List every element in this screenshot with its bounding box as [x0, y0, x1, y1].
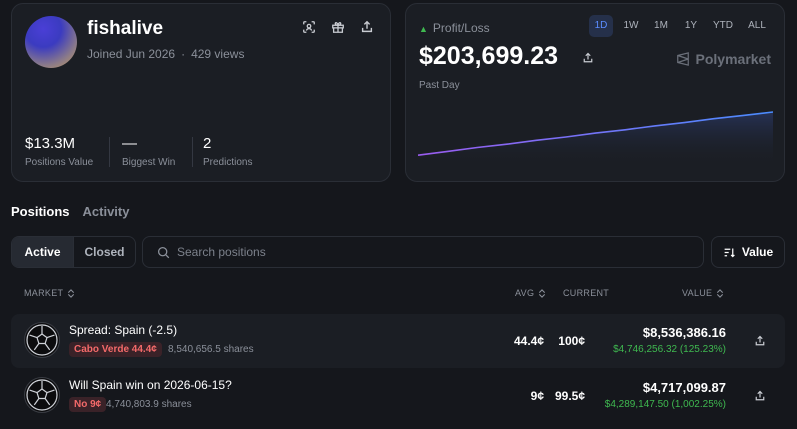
header-current: CURRENT: [563, 288, 609, 298]
position-gain: $4,289,147.50 (1,002.25%): [604, 399, 726, 410]
header-label: AVG: [515, 288, 535, 298]
range-tab-1y[interactable]: 1Y: [679, 15, 703, 37]
stat-value: 2: [203, 135, 212, 152]
sort-icon: [724, 247, 735, 257]
search-box: [142, 236, 704, 268]
search-icon: [157, 246, 170, 258]
header-value[interactable]: VALUE: [682, 288, 724, 298]
range-tabs: 1D 1W 1M 1Y YTD ALL: [589, 15, 771, 37]
joined-date: Joined Jun 2026: [87, 47, 176, 61]
view-count: 429 views: [191, 47, 245, 61]
sort-label: Value: [741, 245, 774, 259]
pnl-value: $203,699.23: [419, 42, 559, 70]
stat-value: —: [122, 135, 137, 152]
avg-price: 44.4¢: [513, 334, 544, 348]
stat-positions-value: $13.3M Positions Value: [25, 135, 93, 168]
avg-price: 9¢: [530, 389, 544, 403]
polymarket-icon: [676, 52, 689, 66]
share-icon[interactable]: [754, 389, 766, 407]
outcome-badge: Cabo Verde 44.4¢: [69, 342, 162, 357]
sort-chevron-icon: [68, 288, 75, 298]
profile-meta: Joined Jun 2026 · 429 views: [87, 47, 244, 61]
search-input[interactable]: [177, 245, 677, 259]
brand-name: Polymarket: [695, 51, 771, 67]
pnl-label: ▲ Profit/Loss: [419, 21, 490, 35]
username: fishalive: [87, 18, 164, 39]
header-label: VALUE: [682, 288, 713, 298]
range-tab-1d[interactable]: 1D: [589, 15, 613, 37]
pnl-area: [418, 112, 773, 167]
range-tab-1m[interactable]: 1M: [649, 15, 673, 37]
scan-icon[interactable]: [302, 20, 320, 38]
position-value: $4,717,099.87: [642, 380, 726, 395]
brand-logo: Polymarket: [676, 51, 771, 67]
stat-label: Biggest Win: [122, 157, 176, 168]
divider: [192, 137, 193, 167]
separator-dot: ·: [181, 47, 186, 61]
market-title[interactable]: Spread: Spain (-2.5): [69, 323, 177, 337]
market-title[interactable]: Will Spain win on 2026-06-15?: [69, 378, 232, 392]
table-row[interactable]: Will Spain win on 2026-06-15? No 9¢ 4,74…: [11, 369, 785, 423]
section-tabs: Positions Activity: [11, 204, 129, 219]
share-icon[interactable]: [582, 51, 594, 69]
share-icon[interactable]: [754, 334, 766, 352]
range-tab-all[interactable]: ALL: [743, 15, 771, 37]
share-count: 4,740,803.9 shares: [106, 399, 192, 410]
outcome-badge: No 9¢: [69, 397, 107, 412]
share-icon[interactable]: [360, 20, 378, 38]
sort-chevron-icon: [717, 288, 724, 298]
soccer-ball-icon: [24, 377, 60, 413]
stat-value: $13.3M: [25, 135, 76, 152]
divider: [109, 137, 110, 167]
current-price: 100¢: [558, 334, 585, 348]
avatar: [25, 16, 77, 68]
stat-label: Positions Value: [25, 157, 94, 168]
pnl-card: ▲ Profit/Loss 1D 1W 1M 1Y YTD ALL $203,69…: [405, 3, 785, 182]
sort-button[interactable]: Value: [711, 236, 785, 268]
profile-card: fishalive Joined Jun 2026 · 429 views $13.…: [11, 3, 391, 182]
position-value: $8,536,386.16: [642, 325, 726, 340]
tab-activity[interactable]: Activity: [83, 204, 130, 219]
status-filter: Active Closed: [11, 236, 136, 268]
range-tab-ytd[interactable]: YTD: [709, 15, 737, 37]
table-row[interactable]: Spread: Spain (-2.5) Cabo Verde 44.4¢ 8,…: [11, 314, 785, 368]
current-price: 99.5¢: [554, 389, 585, 403]
gift-icon[interactable]: [331, 20, 349, 38]
stat-biggest-win: — Biggest Win: [122, 135, 175, 168]
header-market[interactable]: MARKET: [24, 288, 75, 298]
pnl-chart: [418, 111, 773, 167]
range-tab-1w[interactable]: 1W: [619, 15, 643, 37]
header-label: CURRENT: [563, 288, 610, 298]
header-label: MARKET: [24, 288, 64, 298]
share-count: 8,540,656.5 shares: [168, 344, 254, 355]
soccer-ball-icon: [24, 322, 60, 358]
up-triangle-icon: ▲: [419, 24, 428, 34]
stat-predictions: 2 Predictions: [203, 135, 252, 168]
header-avg[interactable]: AVG: [515, 288, 546, 298]
filter-active-button[interactable]: Active: [12, 237, 73, 267]
filter-closed-button[interactable]: Closed: [73, 237, 135, 267]
position-gain: $4,746,256.32 (125.23%): [613, 344, 726, 355]
sort-chevron-icon: [539, 288, 546, 298]
stat-label: Predictions: [203, 157, 253, 168]
tab-positions[interactable]: Positions: [11, 204, 70, 219]
pnl-label-text: Profit/Loss: [432, 21, 490, 35]
pnl-period: Past Day: [419, 80, 460, 91]
